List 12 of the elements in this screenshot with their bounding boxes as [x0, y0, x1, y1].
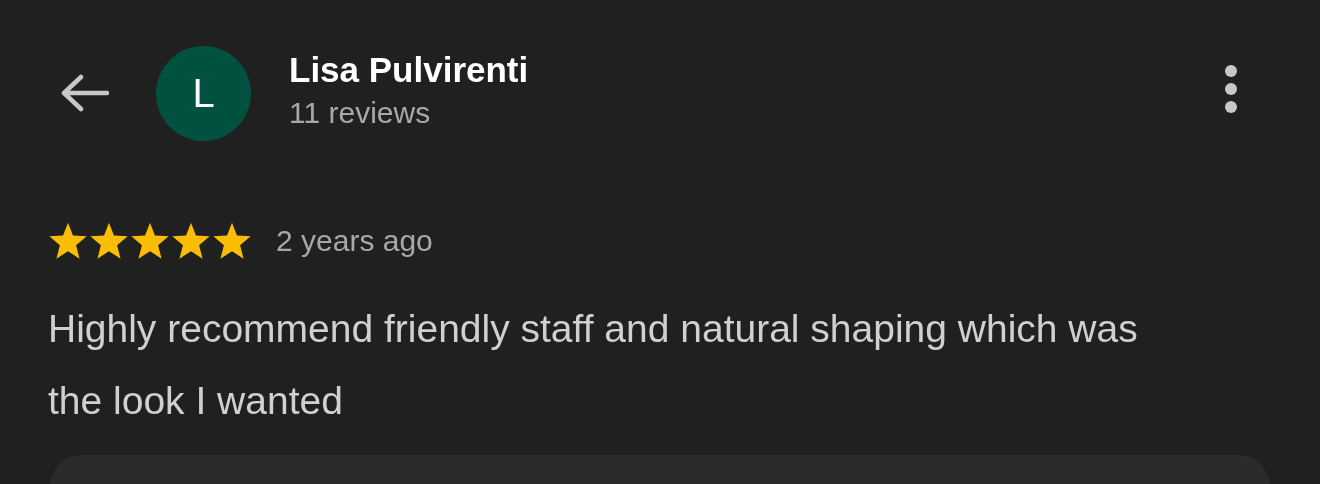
review-time: 2 years ago	[276, 224, 433, 258]
review-count: 11 reviews	[289, 95, 432, 131]
star-icon	[171, 222, 211, 260]
reviewer-name: Lisa Pulvirenti	[289, 49, 530, 91]
avatar: L	[156, 45, 251, 141]
star-icon	[48, 222, 88, 260]
back-arrow-icon	[59, 73, 109, 113]
star-icon	[212, 222, 252, 260]
star-icon	[89, 222, 129, 260]
review-text: Highly recommend friendly staff and natural shaping which was the look I wanted	[48, 306, 1139, 424]
more-options-icon	[1223, 64, 1239, 114]
star-icon	[130, 222, 170, 260]
